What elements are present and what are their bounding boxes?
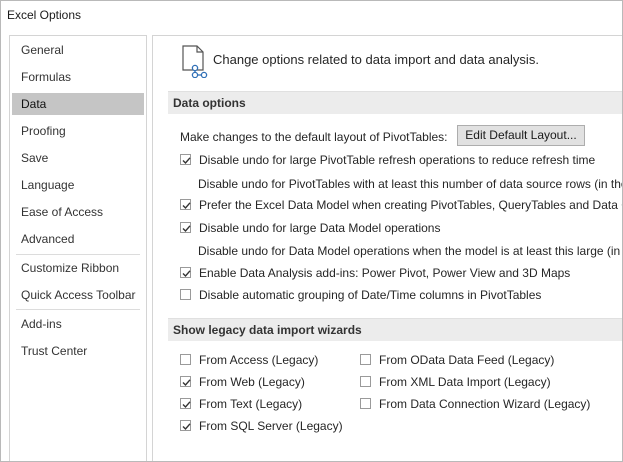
option-label: From XML Data Import (Legacy)	[379, 375, 551, 389]
option-label: From Web (Legacy)	[199, 375, 305, 389]
section-legacy-wizards: Show legacy data import wizards	[168, 318, 622, 341]
option-label: From OData Data Feed (Legacy)	[379, 353, 555, 367]
window-title: Excel Options	[7, 8, 82, 22]
checkbox-unchecked[interactable]	[360, 376, 371, 387]
option-disable-undo-data-model[interactable]: Disable undo for large Data Model operat…	[180, 221, 622, 237]
layout-label: Make changes to the default layout of Pi…	[180, 130, 448, 144]
option-disable-undo-pivottable[interactable]: Disable undo for large PivotTable refres…	[180, 153, 622, 169]
edit-default-layout-button[interactable]: Edit Default Layout...	[457, 125, 585, 146]
sidebar-item-customize-ribbon[interactable]: Customize Ribbon	[10, 257, 144, 279]
section-title: Data options	[173, 96, 246, 110]
option-label: Disable undo for large Data Model operat…	[199, 221, 441, 235]
sidebar-item-add-ins[interactable]: Add-ins	[10, 313, 144, 335]
header-description: Change options related to data import an…	[213, 52, 539, 67]
sidebar-item-general[interactable]: General	[10, 39, 144, 61]
option-from-access-legacy[interactable]: From Access (Legacy)	[180, 353, 350, 369]
checkbox-unchecked[interactable]	[360, 398, 371, 409]
option-label: Enable Data Analysis add-ins: Power Pivo…	[199, 266, 571, 280]
checkbox-checked[interactable]	[180, 199, 191, 210]
sidebar-item-formulas[interactable]: Formulas	[10, 66, 144, 88]
option-label: Disable automatic grouping of Date/Time …	[199, 288, 542, 302]
option-enable-data-analysis-addins[interactable]: Enable Data Analysis add-ins: Power Pivo…	[180, 266, 622, 282]
section-title: Show legacy data import wizards	[173, 323, 362, 337]
sidebar-item-quick-access-toolbar[interactable]: Quick Access Toolbar	[10, 284, 144, 306]
checkmark-icon	[182, 202, 191, 210]
checkmark-icon	[182, 401, 191, 409]
option-disable-date-grouping[interactable]: Disable automatic grouping of Date/Time …	[180, 288, 622, 304]
checkbox-checked[interactable]	[180, 376, 191, 387]
section-data-options: Data options	[168, 91, 622, 114]
sub-option-data-model-size: Disable undo for Data Model operations w…	[198, 244, 623, 258]
checkbox-unchecked[interactable]	[360, 354, 371, 365]
checkbox-checked[interactable]	[180, 267, 191, 278]
option-label: Disable undo for large PivotTable refres…	[199, 153, 596, 167]
checkmark-icon	[182, 379, 191, 387]
option-from-xml-import-legacy[interactable]: From XML Data Import (Legacy)	[360, 375, 600, 391]
checkbox-checked[interactable]	[180, 222, 191, 233]
checkbox-checked[interactable]	[180, 154, 191, 165]
options-sidebar: General Formulas Data Proofing Save Lang…	[9, 35, 147, 461]
sidebar-item-advanced[interactable]: Advanced	[10, 228, 144, 250]
sidebar-item-save[interactable]: Save	[10, 147, 144, 169]
data-import-icon	[182, 45, 208, 78]
checkmark-icon	[182, 423, 191, 431]
checkmark-icon	[182, 157, 191, 165]
sidebar-item-data[interactable]: Data	[12, 93, 144, 115]
checkmark-icon	[182, 225, 191, 233]
checkbox-checked[interactable]	[180, 420, 191, 431]
sidebar-item-language[interactable]: Language	[10, 174, 144, 196]
option-from-web-legacy[interactable]: From Web (Legacy)	[180, 375, 350, 391]
option-label: From SQL Server (Legacy)	[199, 419, 343, 433]
option-from-text-legacy[interactable]: From Text (Legacy)	[180, 397, 350, 413]
checkbox-unchecked[interactable]	[180, 354, 191, 365]
option-label: Prefer the Excel Data Model when creatin…	[199, 198, 623, 212]
option-prefer-data-model[interactable]: Prefer the Excel Data Model when creatin…	[180, 198, 623, 214]
title-bar: Excel Options	[1, 1, 622, 31]
sub-option-pivottable-rows: Disable undo for PivotTables with at lea…	[198, 177, 623, 191]
sidebar-item-trust-center[interactable]: Trust Center	[10, 340, 144, 362]
sidebar-divider	[16, 254, 140, 255]
excel-options-window: Excel Options General Formulas Data Proo…	[0, 0, 623, 462]
option-from-sql-server-legacy[interactable]: From SQL Server (Legacy)	[180, 419, 350, 435]
checkbox-unchecked[interactable]	[180, 289, 191, 300]
sidebar-item-proofing[interactable]: Proofing	[10, 120, 144, 142]
option-from-data-connection-wizard-legacy[interactable]: From Data Connection Wizard (Legacy)	[360, 397, 600, 413]
checkbox-checked[interactable]	[180, 398, 191, 409]
sidebar-item-ease-of-access[interactable]: Ease of Access	[10, 201, 144, 223]
option-label: From Text (Legacy)	[199, 397, 303, 411]
option-label: From Data Connection Wizard (Legacy)	[379, 397, 591, 411]
checkmark-icon	[182, 270, 191, 278]
option-from-odata-feed-legacy[interactable]: From OData Data Feed (Legacy)	[360, 353, 600, 369]
option-label: From Access (Legacy)	[199, 353, 319, 367]
sidebar-divider	[16, 309, 140, 310]
options-content: Change options related to data import an…	[152, 35, 623, 461]
